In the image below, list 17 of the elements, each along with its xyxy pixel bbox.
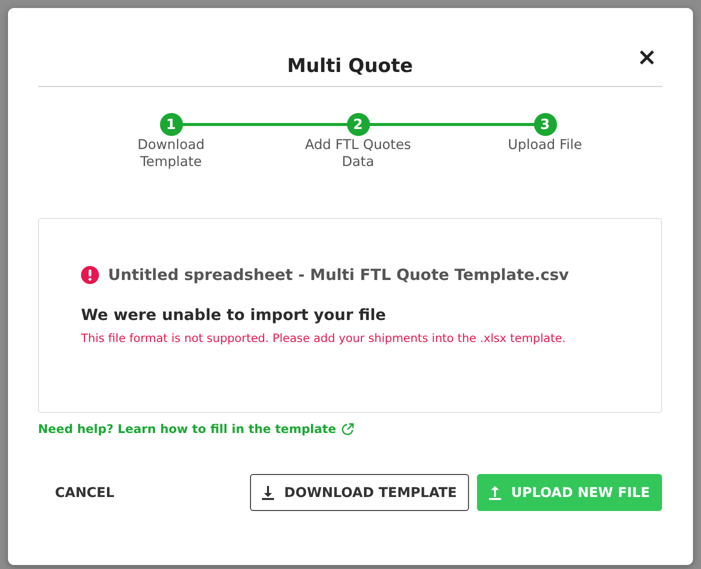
error-icon: [81, 266, 99, 284]
error-message: This file format is not supported. Please add your shipments into the .xlsx template.: [81, 331, 567, 345]
error-heading: We were unable to import your file: [81, 306, 387, 324]
step-number: 3: [534, 113, 556, 136]
step-number: 1: [160, 113, 182, 136]
external-link-icon: [341, 422, 354, 436]
download-icon: [262, 486, 274, 500]
upload-icon: [489, 486, 502, 500]
step-label: Add FTL Quotes Data: [304, 137, 412, 171]
close-button[interactable]: ×: [636, 38, 657, 75]
dialog-title: Multi Quote: [287, 55, 413, 77]
file-name: Untitled spreadsheet - Multi FTL Quote Template.csv: [108, 266, 569, 284]
step-label: Download Template: [136, 137, 206, 171]
cancel-button[interactable]: CANCEL: [38, 474, 132, 511]
step-number: 2: [346, 113, 370, 136]
step-label: Upload File: [506, 137, 584, 154]
download-template-button[interactable]: DOWNLOAD TEMPLATE: [250, 474, 469, 511]
